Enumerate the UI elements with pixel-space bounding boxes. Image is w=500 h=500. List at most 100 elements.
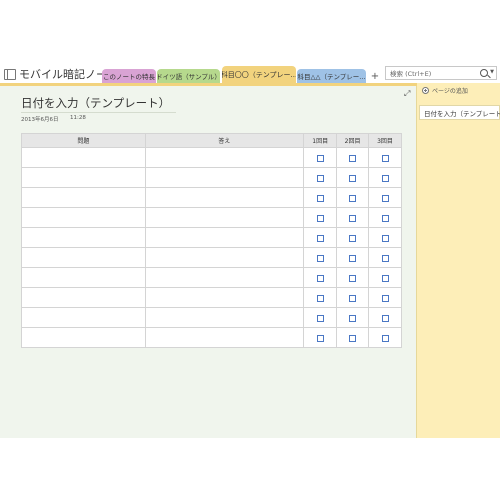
checkbox[interactable] xyxy=(381,195,389,202)
checkbox[interactable] xyxy=(316,235,324,242)
checkbox[interactable] xyxy=(381,275,389,282)
attempt-1-cell xyxy=(303,167,338,188)
page-list-item[interactable]: 日付を入力（テンプレート） xyxy=(419,105,500,120)
answer-cell[interactable] xyxy=(144,227,305,248)
question-cell[interactable] xyxy=(21,167,146,188)
checkbox[interactable] xyxy=(381,335,389,342)
table-row xyxy=(21,227,402,248)
section-tab-label: 科目△△（テンプレー... xyxy=(297,73,366,81)
table-header-row: 問題 答え 1回目 2回目 3回目 xyxy=(21,133,402,148)
checkbox[interactable] xyxy=(349,175,357,182)
notebook-icon xyxy=(4,68,16,80)
checkbox[interactable] xyxy=(349,155,357,162)
question-cell[interactable] xyxy=(21,247,146,268)
attempt-1-cell xyxy=(303,247,338,268)
checkbox[interactable] xyxy=(316,195,324,202)
column-header-attempt-2: 2回目 xyxy=(336,133,370,148)
checkbox[interactable] xyxy=(349,275,357,282)
attempt-2-cell xyxy=(336,247,370,268)
question-cell[interactable] xyxy=(21,147,146,168)
checkbox[interactable] xyxy=(316,215,324,222)
section-tab-features[interactable]: このノートの特長 xyxy=(102,69,156,83)
question-cell[interactable] xyxy=(21,187,146,208)
checkbox[interactable] xyxy=(349,335,357,342)
checkbox[interactable] xyxy=(316,335,324,342)
attempt-3-cell xyxy=(368,187,402,208)
attempt-1-cell xyxy=(303,207,338,228)
attempt-1-cell xyxy=(303,227,338,248)
page-list-panel xyxy=(417,83,500,438)
checkbox[interactable] xyxy=(381,235,389,242)
checkbox[interactable] xyxy=(316,315,324,322)
answer-cell[interactable] xyxy=(144,247,305,268)
section-tab-label: このノートの特長 xyxy=(103,73,155,81)
question-cell[interactable] xyxy=(21,287,146,308)
answer-cell[interactable] xyxy=(144,147,305,168)
table-row xyxy=(21,167,402,188)
add-page-label: ページの追加 xyxy=(432,87,468,95)
checkbox[interactable] xyxy=(316,155,324,162)
column-header-question: 問題 xyxy=(21,133,146,148)
checkbox[interactable] xyxy=(349,315,357,322)
attempt-3-cell xyxy=(368,307,402,328)
checkbox[interactable] xyxy=(381,315,389,322)
checkbox[interactable] xyxy=(381,175,389,182)
add-page-button[interactable]: ページの追加 xyxy=(422,84,468,96)
attempt-2-cell xyxy=(336,327,370,348)
attempt-2-cell xyxy=(336,287,370,308)
title-underline xyxy=(21,112,176,113)
checkbox[interactable] xyxy=(316,295,324,302)
add-section-button[interactable]: + xyxy=(369,69,381,83)
table-row xyxy=(21,327,402,348)
checkbox[interactable] xyxy=(381,255,389,262)
section-tab-german-sample[interactable]: ドイツ語（サンプル） xyxy=(157,69,220,83)
attempt-1-cell xyxy=(303,187,338,208)
answer-cell[interactable] xyxy=(144,267,305,288)
question-cell[interactable] xyxy=(21,327,146,348)
answer-cell[interactable] xyxy=(144,307,305,328)
checkbox[interactable] xyxy=(316,255,324,262)
checkbox[interactable] xyxy=(381,155,389,162)
attempt-1-cell xyxy=(303,327,338,348)
table-row xyxy=(21,307,402,328)
section-tab-subject-template-1[interactable]: 科目〇〇（テンプレー... xyxy=(222,66,296,83)
answer-cell[interactable] xyxy=(144,167,305,188)
quiz-table: 問題 答え 1回目 2回目 3回目 xyxy=(21,133,402,348)
question-cell[interactable] xyxy=(21,227,146,248)
question-cell[interactable] xyxy=(21,207,146,228)
checkbox[interactable] xyxy=(349,295,357,302)
chevron-down-icon[interactable]: ▼ xyxy=(490,69,494,75)
attempt-1-cell xyxy=(303,287,338,308)
table-row xyxy=(21,287,402,308)
table-row xyxy=(21,207,402,228)
checkbox[interactable] xyxy=(381,215,389,222)
attempt-1-cell xyxy=(303,147,338,168)
section-tab-subject-template-2[interactable]: 科目△△（テンプレー... xyxy=(297,69,366,83)
checkbox[interactable] xyxy=(349,215,357,222)
checkbox[interactable] xyxy=(349,255,357,262)
attempt-3-cell xyxy=(368,147,402,168)
column-header-attempt-1: 1回目 xyxy=(303,133,338,148)
expand-icon[interactable]: ⤢ xyxy=(404,89,410,99)
attempt-3-cell xyxy=(368,327,402,348)
page-title[interactable]: 日付を入力（テンプレート） xyxy=(21,95,170,111)
add-circle-icon xyxy=(422,86,429,94)
search-box[interactable]: 検索 (Ctrl+E) ▼ xyxy=(385,66,497,80)
page-time: 11:28 xyxy=(70,115,86,121)
checkbox[interactable] xyxy=(349,195,357,202)
table-row xyxy=(21,267,402,288)
checkbox[interactable] xyxy=(316,275,324,282)
question-cell[interactable] xyxy=(21,307,146,328)
checkbox[interactable] xyxy=(381,295,389,302)
search-icon[interactable] xyxy=(480,69,488,77)
checkbox[interactable] xyxy=(316,175,324,182)
answer-cell[interactable] xyxy=(144,287,305,308)
answer-cell[interactable] xyxy=(144,327,305,348)
attempt-2-cell xyxy=(336,307,370,328)
attempt-2-cell xyxy=(336,267,370,288)
column-header-attempt-3: 3回目 xyxy=(368,133,402,148)
answer-cell[interactable] xyxy=(144,187,305,208)
answer-cell[interactable] xyxy=(144,207,305,228)
checkbox[interactable] xyxy=(349,235,357,242)
question-cell[interactable] xyxy=(21,267,146,288)
